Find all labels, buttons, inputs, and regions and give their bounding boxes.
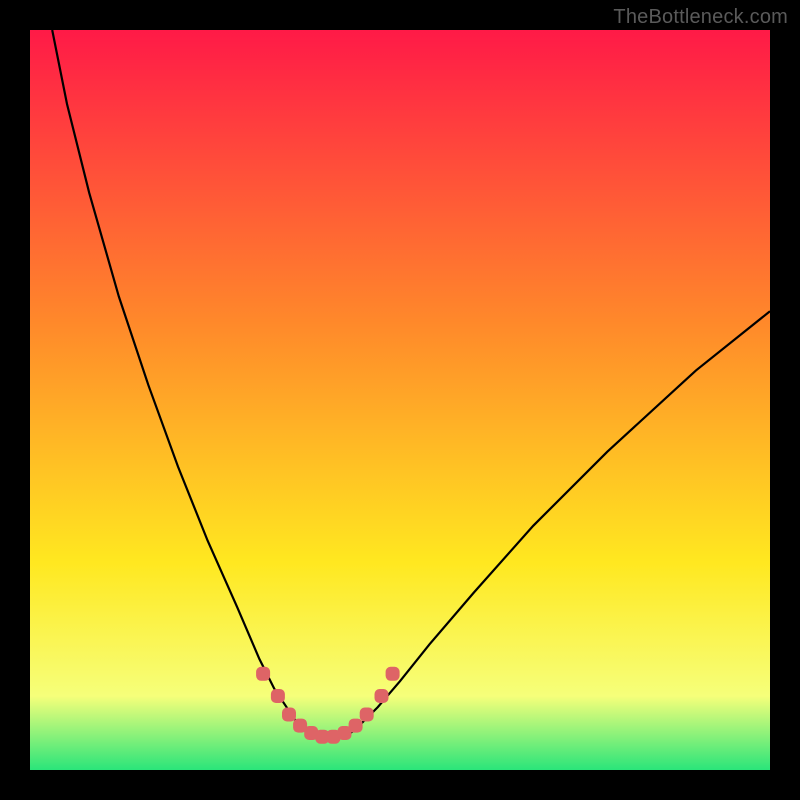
marker-point	[271, 689, 285, 703]
marker-point	[375, 689, 389, 703]
marker-point	[386, 667, 400, 681]
marker-point	[349, 719, 363, 733]
gradient-background	[30, 30, 770, 770]
chart-plot-area	[30, 30, 770, 770]
chart-frame: TheBottleneck.com	[0, 0, 800, 800]
watermark-text: TheBottleneck.com	[613, 6, 788, 29]
chart-svg	[30, 30, 770, 770]
marker-point	[282, 708, 296, 722]
marker-point	[360, 708, 374, 722]
marker-point	[256, 667, 270, 681]
